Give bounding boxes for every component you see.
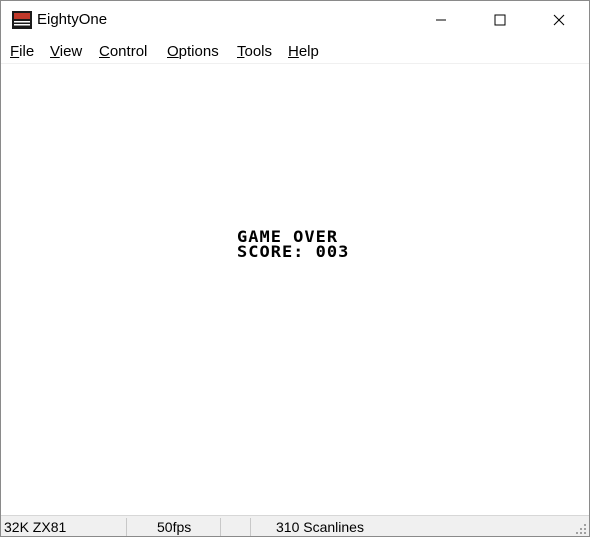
menu-options[interactable]: Options — [167, 43, 219, 61]
window-title: EightyOne — [37, 11, 108, 28]
close-icon — [553, 14, 565, 26]
menu-control[interactable]: Control — [99, 43, 147, 61]
status-separator — [250, 518, 251, 536]
maximize-button[interactable] — [477, 1, 523, 39]
menu-bar: File View Control Options Tools Help — [1, 39, 589, 64]
menu-view[interactable]: View — [50, 43, 82, 61]
emulator-display[interactable]: GAME OVER SCORE: 003 — [1, 64, 589, 515]
title-bar[interactable]: EightyOne — [1, 1, 589, 39]
minimize-button[interactable] — [418, 1, 464, 39]
maximize-icon — [494, 14, 506, 26]
score-text: SCORE: 003 — [237, 242, 350, 262]
zx81-computer-icon — [12, 11, 32, 29]
menu-tools[interactable]: Tools — [237, 43, 272, 61]
resize-grip-icon[interactable] — [576, 524, 587, 535]
status-separator — [126, 518, 127, 536]
menu-file[interactable]: File — [10, 43, 34, 61]
menu-help[interactable]: Help — [288, 43, 319, 61]
status-separator — [220, 518, 221, 536]
minimize-icon — [436, 19, 446, 21]
app-window: EightyOne File View Control Options Tool… — [0, 0, 590, 537]
status-fps: 50fps — [157, 519, 192, 535]
status-bar: 32K ZX81 50fps 310 Scanlines — [1, 515, 589, 536]
status-machine: 32K ZX81 — [4, 519, 67, 535]
status-scanlines: 310 Scanlines — [276, 519, 364, 535]
close-button[interactable] — [536, 1, 582, 39]
